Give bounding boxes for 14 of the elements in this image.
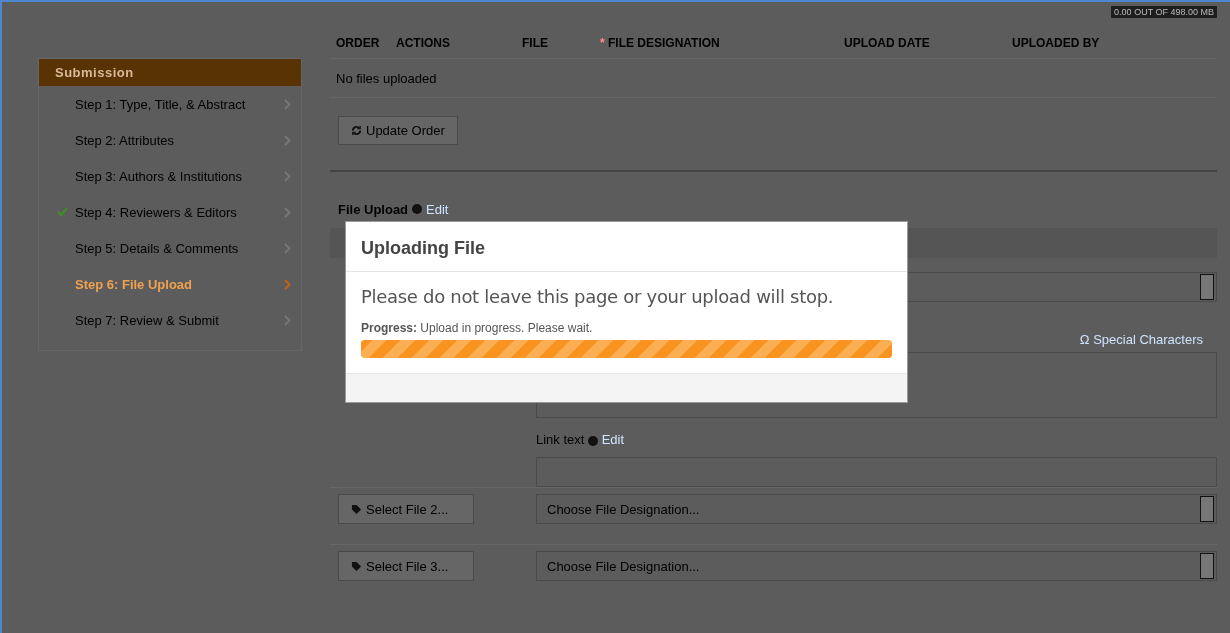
sidebar-title: Submission: [39, 59, 301, 86]
section-label: File Upload: [338, 201, 409, 217]
warning-message: Please do not leave this page or your upload will stop.: [361, 286, 835, 307]
progress-status: Progress: Upload in progress. Please wait.: [361, 321, 594, 335]
dialog-title: Uploading File: [346, 222, 907, 272]
field-label: Link text: [536, 432, 585, 447]
column-header: UPLOAD DATE: [844, 36, 931, 50]
column-header: ACTIONS: [396, 36, 451, 50]
column-header: * FILE DESIGNATION: [600, 36, 721, 50]
column-header: FILE: [522, 36, 549, 50]
storage-badge: 0.00 OUT OF 498.00 MB: [1111, 6, 1217, 18]
column-header: ORDER: [335, 36, 381, 50]
empty-message: No files uploaded: [336, 70, 437, 86]
column-header: UPLOADED BY: [1012, 36, 1100, 50]
